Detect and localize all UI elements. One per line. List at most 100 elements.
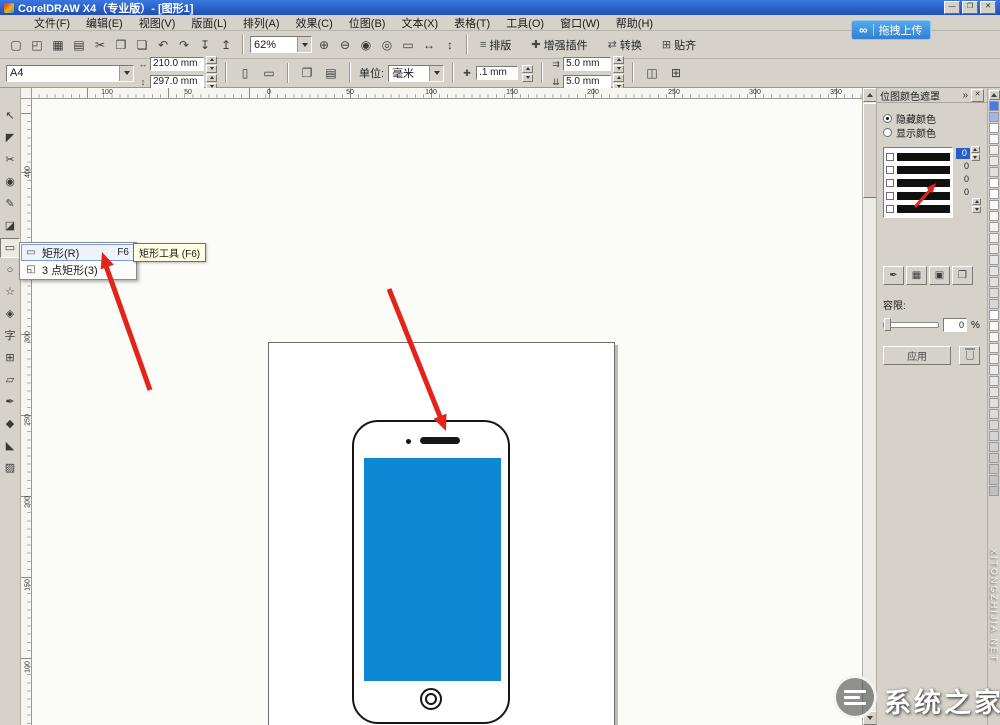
ellipse-tool[interactable]: ○ (0, 260, 20, 280)
palette-color[interactable] (989, 453, 999, 463)
rectangle-tool[interactable]: ▭ (0, 238, 20, 258)
toolbar-labeled-button[interactable]: ≡ 排版 (474, 35, 517, 55)
flyout-menu-item[interactable]: ▭ 矩形(R) F6 (21, 244, 135, 261)
drag-upload-button[interactable]: ∞ 拖拽上传 (851, 20, 931, 40)
paste-icon[interactable]: ❏ (132, 35, 152, 55)
menu-item[interactable]: 视图(V) (131, 14, 184, 32)
mask-value-stepper[interactable] (971, 146, 980, 161)
close-button[interactable]: ✕ (980, 1, 996, 14)
palette-color[interactable] (989, 343, 999, 353)
freehand-tool[interactable]: ✎ (0, 194, 20, 214)
mask-list-spinner[interactable] (972, 198, 981, 213)
menu-item[interactable]: 位图(B) (341, 14, 394, 32)
palette-color[interactable] (989, 387, 999, 397)
smart-fill-tool[interactable]: ◪ (0, 216, 20, 236)
apply-button[interactable]: 应用 (883, 346, 951, 365)
all-pages-button[interactable]: ❐ (297, 63, 317, 83)
chevron-down-icon[interactable] (297, 37, 311, 52)
mask-eyedropper-icon[interactable]: ✒ (883, 266, 904, 285)
outline-tool[interactable]: ◆ (0, 414, 20, 434)
mask-checkbox[interactable] (886, 153, 894, 161)
fill-tool[interactable]: ◣ (0, 436, 20, 456)
duplicate-x-field[interactable]: 5.0 mm (563, 57, 611, 71)
ruler-origin-corner[interactable] (21, 88, 32, 99)
canvas[interactable] (32, 99, 862, 725)
tolerance-slider-thumb[interactable] (884, 318, 891, 331)
menu-item[interactable]: 帮助(H) (608, 14, 661, 32)
menu-item[interactable]: 版面(L) (183, 14, 234, 32)
mask-color-row[interactable] (886, 176, 950, 189)
phone-speaker-bar[interactable] (420, 437, 460, 444)
paper-height-field[interactable]: 297.0 mm (150, 75, 204, 89)
import-icon[interactable]: ↧ (195, 35, 215, 55)
duplicate-x-stepper[interactable] (613, 56, 624, 73)
mask-color-row[interactable] (886, 163, 950, 176)
zoom-height-icon[interactable]: ↕ (440, 35, 460, 55)
vertical-ruler[interactable]: 400 350 300 250 200 150 100 (21, 99, 32, 725)
zoom-all-icon[interactable]: ◎ (377, 35, 397, 55)
redo-icon[interactable]: ↷ (174, 35, 194, 55)
menu-item[interactable]: 排列(A) (235, 14, 288, 32)
text-tool[interactable]: 字 (0, 326, 20, 346)
mask-checkbox[interactable] (886, 205, 894, 213)
phone-camera-dot[interactable] (406, 439, 411, 444)
mask-swatch-icon[interactable]: ▦ (906, 266, 927, 285)
copy-icon[interactable]: ❐ (111, 35, 131, 55)
color-mask-radio[interactable]: 显示颜色 (883, 125, 981, 139)
menu-item[interactable]: 文件(F) (26, 14, 78, 32)
nudge-stepper[interactable] (522, 65, 533, 82)
mask-checkbox[interactable] (886, 179, 894, 187)
tolerance-input[interactable]: 0 (943, 318, 967, 332)
maximize-button[interactable]: ❐ (962, 1, 978, 14)
chevron-down-icon[interactable] (119, 66, 133, 81)
palette-color[interactable] (989, 255, 999, 265)
landscape-button[interactable]: ▭ (259, 63, 279, 83)
flyout-menu-item[interactable]: ◱ 3 点矩形(3) (21, 261, 135, 278)
palette-color[interactable] (989, 365, 999, 375)
palette-color[interactable] (989, 398, 999, 408)
menu-item[interactable]: 文本(X) (393, 14, 446, 32)
menu-item[interactable]: 表格(T) (446, 14, 498, 32)
palette-color[interactable] (989, 475, 999, 485)
zoom-width-icon[interactable]: ↔ (419, 35, 439, 55)
units-combo[interactable]: 毫米 (388, 65, 444, 82)
vertical-scrollbar[interactable] (862, 88, 876, 725)
palette-color[interactable] (989, 189, 999, 199)
palette-color[interactable] (989, 376, 999, 386)
palette-color[interactable] (989, 409, 999, 419)
table-tool[interactable]: ⊞ (0, 348, 20, 368)
palette-color[interactable] (989, 266, 999, 276)
basic-shapes-tool[interactable]: ◈ (0, 304, 20, 324)
horizontal-ruler[interactable]: 100 50 0 50 100 150 200 250 300 350 (32, 88, 862, 99)
palette-color[interactable] (989, 431, 999, 441)
docker-collapse-icon[interactable]: » (962, 90, 968, 101)
mask-checkbox[interactable] (886, 166, 894, 174)
export-icon[interactable]: ↥ (216, 35, 236, 55)
palette-color[interactable] (989, 167, 999, 177)
nudge-field[interactable]: .1 mm (476, 66, 518, 80)
menu-item[interactable]: 编辑(E) (78, 14, 131, 32)
scrollbar-thumb[interactable] (863, 103, 877, 198)
palette-color[interactable] (989, 299, 999, 309)
palette-color[interactable] (989, 464, 999, 474)
portrait-button[interactable]: ▯ (235, 63, 255, 83)
palette-color[interactable] (989, 442, 999, 452)
mask-color-row[interactable] (886, 189, 950, 202)
open-icon[interactable]: ◰ (27, 35, 47, 55)
undo-icon[interactable]: ↶ (153, 35, 173, 55)
zoom-level-combo[interactable]: 62% (250, 36, 312, 53)
delete-mask-button[interactable] (959, 346, 980, 365)
palette-color[interactable] (989, 134, 999, 144)
palette-color[interactable] (989, 123, 999, 133)
phone-drawing[interactable] (352, 420, 510, 724)
paper-size-combo[interactable]: A4 (6, 65, 134, 82)
current-page-button[interactable]: ▤ (321, 63, 341, 83)
docker-close-icon[interactable]: ✕ (971, 89, 984, 102)
mask-color-row[interactable] (886, 202, 950, 215)
zoom-page-icon[interactable]: ▭ (398, 35, 418, 55)
toolbar-labeled-button[interactable]: ⊞ 贴齐 (656, 35, 702, 55)
menu-item[interactable]: 窗口(W) (552, 14, 608, 32)
palette-color[interactable] (989, 332, 999, 342)
blend-tool[interactable]: ▱ (0, 370, 20, 390)
crop-tool[interactable]: ✂ (0, 150, 20, 170)
